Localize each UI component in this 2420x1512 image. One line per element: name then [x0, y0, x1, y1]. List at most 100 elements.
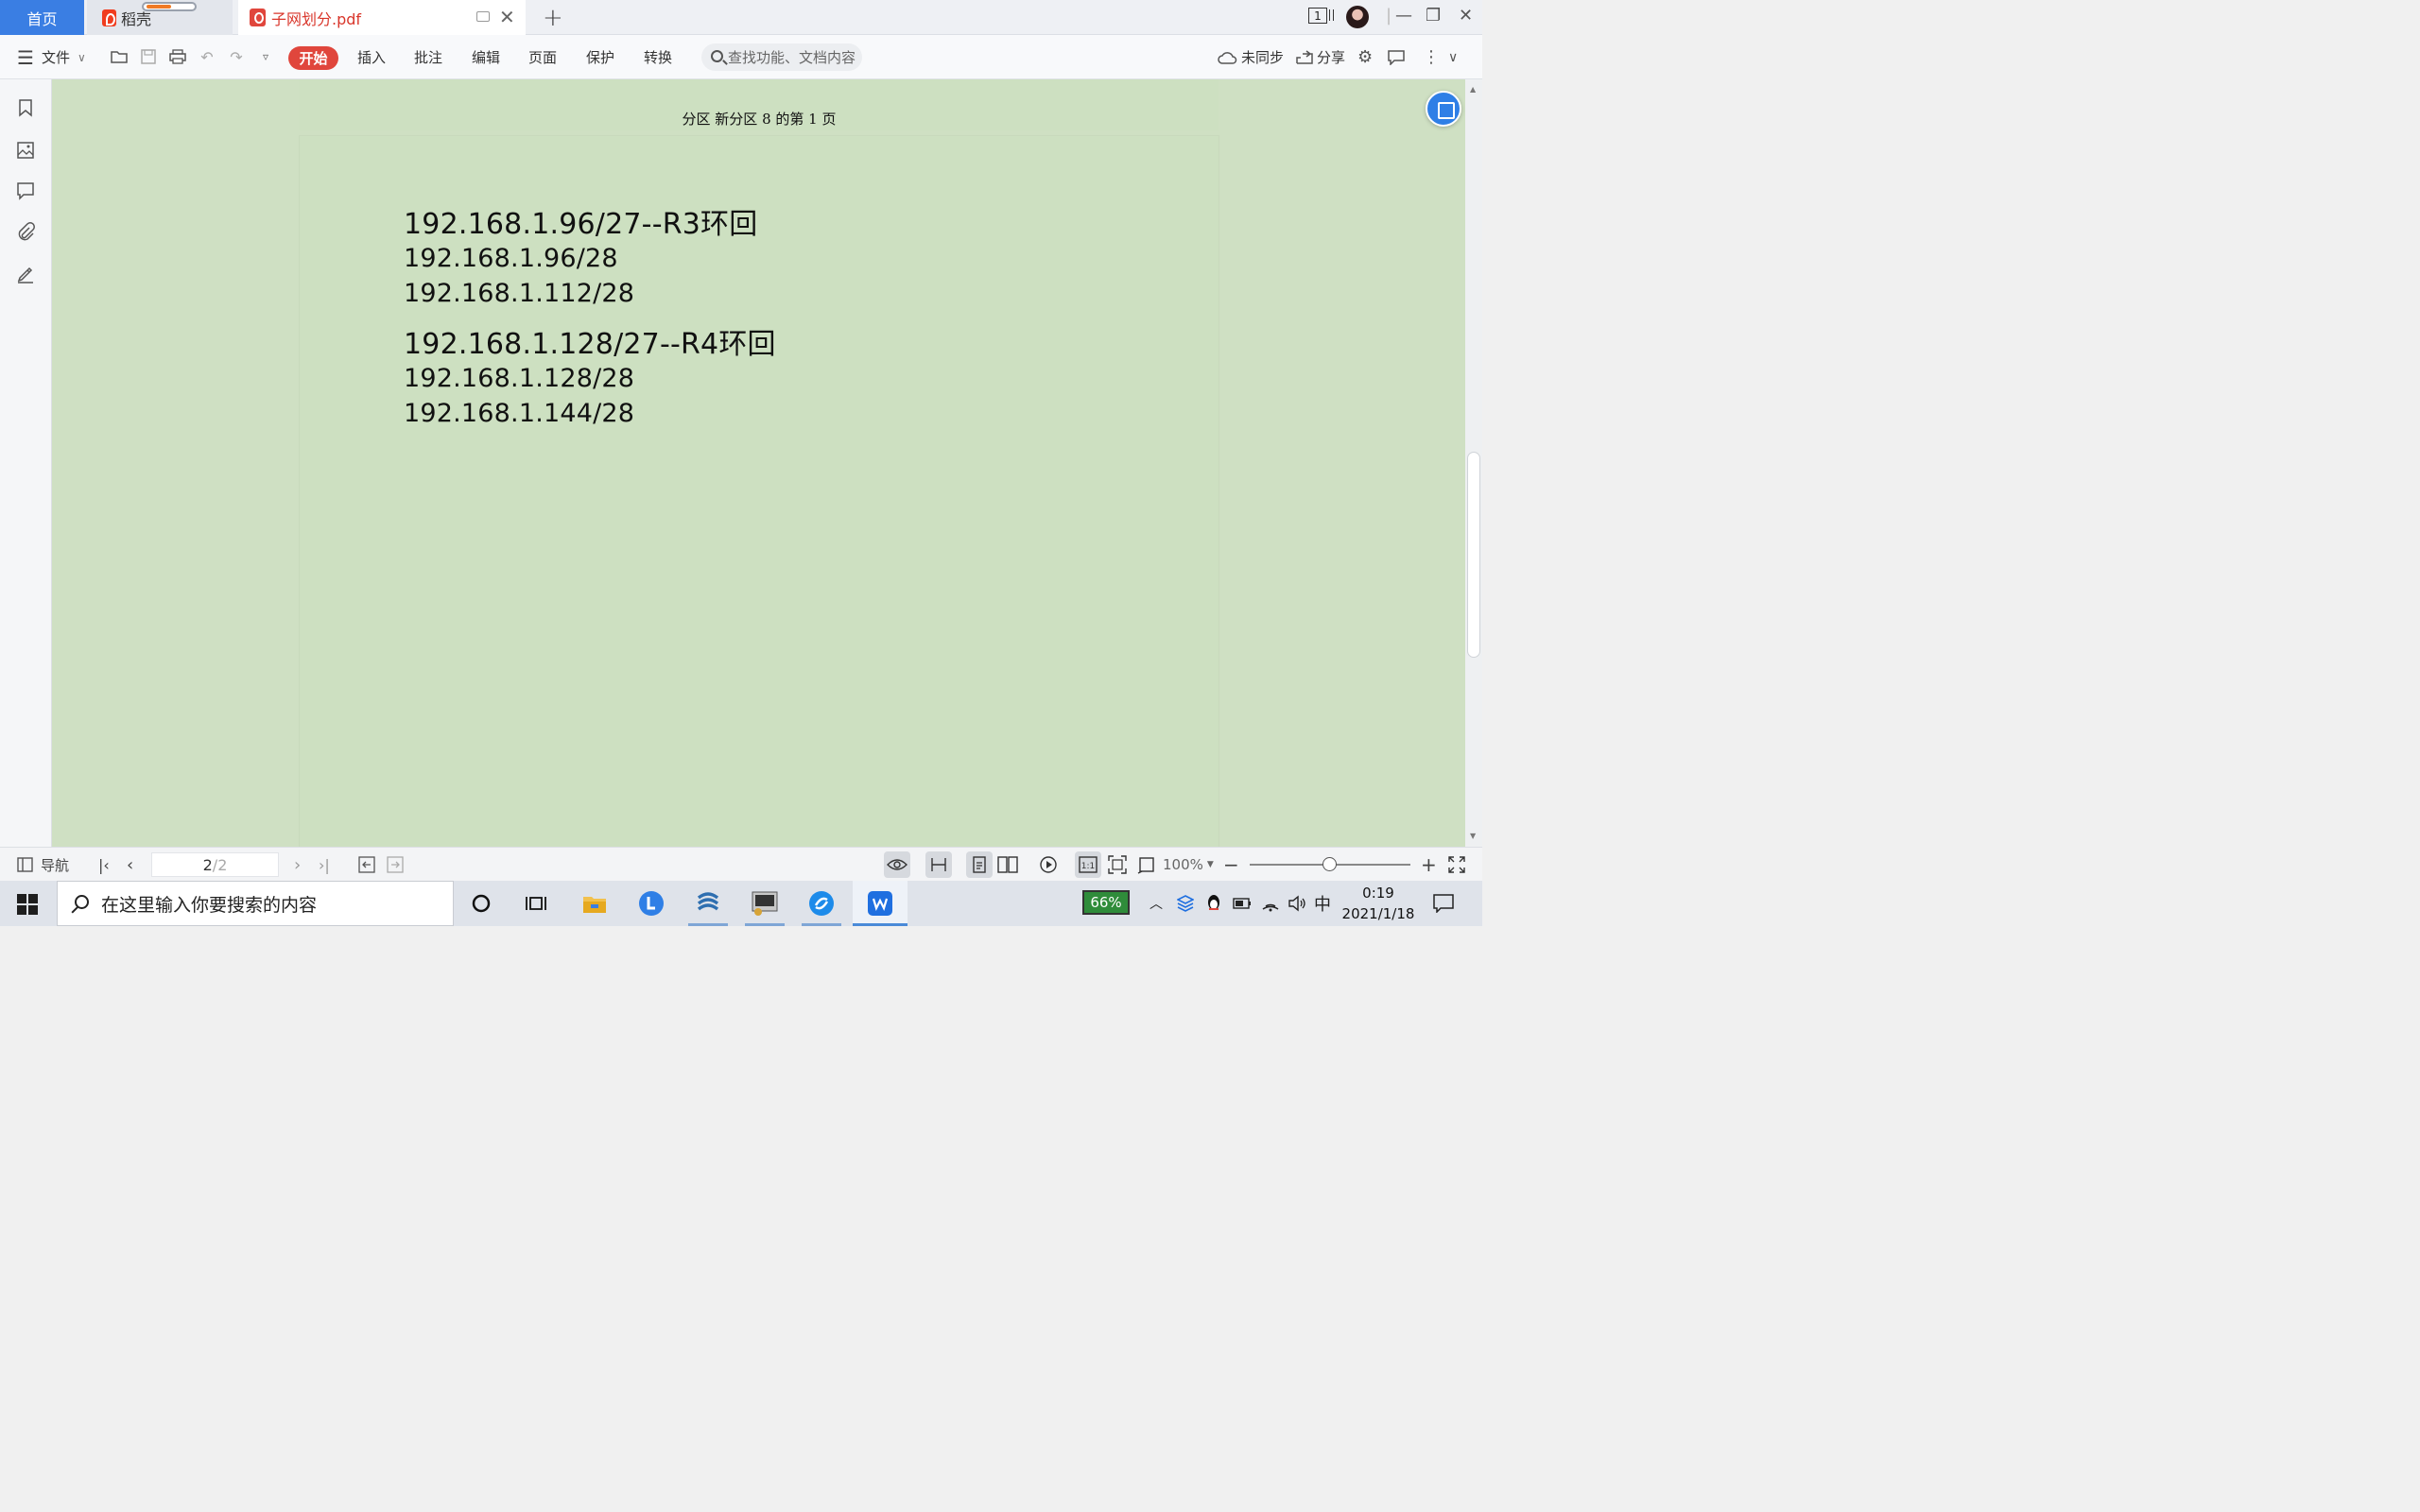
doc-line: 192.168.1.128/28 — [404, 364, 635, 393]
bookmark-icon[interactable] — [16, 98, 35, 117]
feature-search-input[interactable]: 查找功能、文档内容 — [701, 43, 862, 71]
new-tab-button[interactable]: + — [543, 4, 563, 32]
tab-start[interactable]: 开始 — [288, 46, 338, 70]
zoom-select[interactable]: 100% ▼ — [1163, 848, 1214, 882]
taskbar-search-input[interactable]: 在这里输入你要搜索的内容 — [57, 881, 454, 926]
close-window-icon[interactable]: ✕ — [1459, 6, 1473, 26]
zoom-in-icon[interactable]: + — [1421, 848, 1437, 882]
gns3-app-icon[interactable] — [681, 881, 735, 926]
windows-start-icon[interactable] — [17, 894, 38, 915]
window-count-icon[interactable]: 1 — [1308, 8, 1334, 24]
secure-crt-icon[interactable] — [737, 881, 792, 926]
task-view-icon[interactable] — [509, 881, 563, 926]
lanxin-app-icon[interactable] — [624, 881, 679, 926]
page-header-text: 分区 新分区 8 的第 1 页 — [682, 110, 837, 128]
ime-indicator[interactable]: 中 — [1314, 881, 1331, 926]
fullscreen-icon[interactable] — [1448, 848, 1465, 882]
scroll-up-icon[interactable]: ▲ — [1470, 85, 1476, 94]
navigation-label: 导航 — [41, 856, 70, 874]
zoom-slider-handle[interactable] — [1322, 857, 1337, 871]
fit-width-icon[interactable] — [925, 851, 952, 878]
single-page-icon[interactable] — [966, 851, 993, 878]
search-icon — [711, 50, 723, 62]
tab-insert[interactable]: 插入 — [357, 35, 386, 79]
annotation-list-icon[interactable] — [16, 181, 35, 200]
minimize-icon[interactable]: — — [1395, 6, 1412, 26]
layers-app-icon[interactable] — [1177, 881, 1194, 926]
share-label: 分享 — [1317, 49, 1346, 66]
qq-penguin-icon[interactable] — [1205, 881, 1222, 926]
convert-float-button[interactable] — [1426, 91, 1461, 127]
last-page-icon[interactable]: ›| — [319, 848, 330, 882]
present-icon[interactable] — [476, 11, 490, 22]
tab-home[interactable]: 首页 — [0, 0, 84, 35]
redo-icon[interactable]: ↷ — [228, 48, 245, 66]
close-tab-icon[interactable]: ✕ — [499, 6, 515, 28]
tab-edit[interactable]: 编辑 — [472, 35, 500, 79]
navigation-toggle[interactable]: 导航 — [17, 848, 69, 882]
zoom-out-icon[interactable]: − — [1223, 848, 1239, 882]
tab-edit-label: 编辑 — [472, 49, 501, 66]
actual-size-icon[interactable]: 1:1 — [1075, 851, 1101, 878]
battery-tray-icon[interactable] — [1233, 881, 1252, 926]
rotate-icon[interactable] — [1133, 851, 1160, 878]
system-clock[interactable]: 0:19 2021/1/18 — [1340, 883, 1416, 924]
fit-page-icon[interactable] — [1104, 851, 1131, 878]
wps-office-icon[interactable] — [853, 881, 908, 926]
more-icon[interactable]: ⋮ — [1423, 35, 1440, 79]
play-icon[interactable] — [1035, 851, 1062, 878]
back-icon[interactable] — [358, 848, 375, 882]
first-page-icon[interactable]: |‹ — [98, 848, 110, 882]
page-number-input[interactable]: 2/2 — [151, 852, 279, 877]
thumbnail-image-icon[interactable] — [16, 141, 35, 160]
page-header: 分区 新分区 8 的第 1 页 — [300, 79, 1219, 130]
comment-icon[interactable] — [1388, 35, 1405, 79]
tab-progress-icon — [142, 2, 197, 11]
save-icon[interactable] — [140, 48, 157, 65]
open-folder-icon[interactable] — [111, 48, 128, 65]
restore-icon[interactable]: ❐ — [1426, 6, 1441, 26]
undo-icon[interactable]: ↶ — [199, 48, 216, 66]
tab-annotate[interactable]: 批注 — [414, 35, 442, 79]
tab-insert-label: 插入 — [357, 49, 387, 66]
collapse-ribbon-icon[interactable]: ∨ — [1448, 35, 1458, 79]
eye-protection-icon[interactable] — [884, 851, 910, 878]
share-icon — [1296, 49, 1313, 64]
show-hidden-icons[interactable]: ︿ — [1150, 881, 1163, 926]
file-menu[interactable]: 文件 ∨ — [42, 35, 86, 79]
tab-convert[interactable]: 转换 — [644, 35, 672, 79]
battery-indicator[interactable]: 66% — [1082, 890, 1130, 915]
file-explorer-icon[interactable] — [567, 881, 622, 926]
wifi-icon[interactable] — [1261, 881, 1280, 926]
current-page: 2 — [202, 855, 213, 874]
feishu-app-icon[interactable] — [794, 881, 849, 926]
attachment-icon[interactable] — [16, 222, 35, 241]
scroll-down-icon[interactable]: ▼ — [1470, 832, 1476, 840]
previous-page-icon[interactable]: ‹ — [127, 848, 133, 882]
doc-line: 192.168.1.112/28 — [404, 279, 635, 308]
vertical-scrollbar[interactable]: ▲ ▼ — [1465, 79, 1482, 847]
two-page-icon[interactable] — [994, 851, 1021, 878]
ime-label: 中 — [1314, 895, 1331, 915]
notification-center-icon[interactable] — [1433, 881, 1454, 926]
user-avatar[interactable] — [1346, 6, 1369, 28]
sync-button[interactable]: 未同步 — [1218, 35, 1284, 79]
share-button[interactable]: 分享 — [1295, 35, 1345, 79]
next-page-icon[interactable]: › — [294, 848, 301, 882]
print-icon[interactable] — [169, 48, 186, 65]
tab-document[interactable]: 子网划分.pdf ✕ — [238, 0, 526, 35]
customize-icon[interactable]: ▿ — [257, 48, 274, 65]
menu-icon[interactable]: ☰ — [17, 35, 34, 79]
cortana-icon[interactable] — [454, 881, 509, 926]
volume-icon[interactable] — [1288, 881, 1306, 926]
scrollbar-thumb[interactable] — [1467, 452, 1480, 658]
tab-protect[interactable]: 保护 — [586, 35, 614, 79]
settings-gear-icon[interactable]: ⚙ — [1357, 35, 1373, 79]
tab-page[interactable]: 页面 — [528, 35, 557, 79]
chevron-down-icon: ∨ — [78, 50, 86, 64]
signature-icon[interactable] — [16, 265, 35, 284]
forward-icon[interactable] — [387, 848, 404, 882]
document-viewport[interactable]: 分区 新分区 8 的第 1 页 192.168.1.96/27--R3环回 19… — [52, 79, 1465, 847]
doc-line: 192.168.1.128/27--R4环回 — [404, 328, 776, 361]
pdf-file-icon — [250, 9, 266, 26]
